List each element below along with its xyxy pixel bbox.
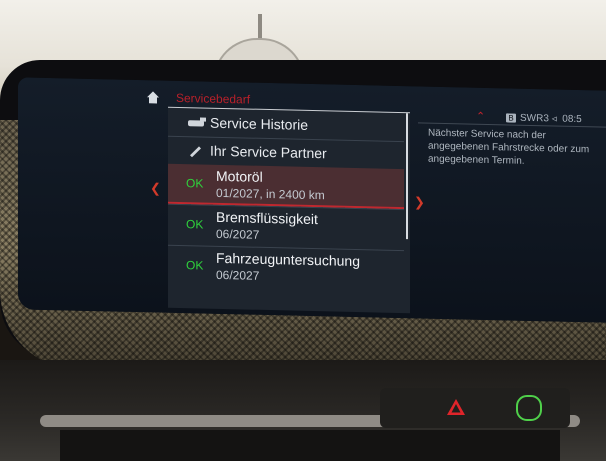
- service-item-fahrzeuguntersuchung[interactable]: OK Fahrzeuguntersuchung 06/2027: [168, 246, 404, 291]
- background-lamp-stem: [258, 14, 262, 40]
- info-text: Nächster Service nach der angegebenen Fa…: [428, 127, 590, 167]
- car-service-icon: [188, 117, 206, 127]
- lock-button[interactable]: [516, 395, 542, 421]
- breadcrumb: Servicebedarf: [176, 90, 251, 107]
- menu-item-label: Service Historie: [210, 114, 309, 133]
- infotainment-screen: Servicebedarf ❮ ❯ Service Historie Ihr S…: [18, 77, 606, 323]
- home-icon[interactable]: [146, 90, 160, 104]
- time: 08:5: [562, 113, 582, 126]
- wrench-icon: [190, 146, 201, 158]
- air-vent: [60, 430, 560, 461]
- service-item-motoroel[interactable]: OK Motoröl 01/2027, in 2400 km: [168, 163, 404, 210]
- service-item-detail: 01/2027, in 2400 km: [216, 185, 325, 203]
- status-bar: B SWR3 ◃ 08:5: [506, 112, 582, 125]
- scrollbar[interactable]: [406, 113, 408, 240]
- chevron-left-icon[interactable]: ❮: [150, 180, 161, 196]
- status-badge: OK: [186, 258, 204, 273]
- menu-item-label: Ihr Service Partner: [210, 142, 327, 162]
- status-badge: OK: [186, 176, 204, 191]
- hazard-warning-icon[interactable]: [446, 398, 466, 416]
- service-item-title: Motoröl: [216, 167, 263, 185]
- service-item-detail: 06/2027: [216, 267, 260, 283]
- volume-icon: ◃: [551, 113, 563, 125]
- radio-badge: B: [506, 113, 516, 123]
- chevron-right-icon[interactable]: ❯: [414, 194, 425, 210]
- status-badge: OK: [186, 217, 204, 232]
- radio-station: SWR3: [520, 112, 549, 125]
- service-item-detail: 06/2027: [216, 226, 260, 242]
- service-item-bremsfluessigkeit[interactable]: OK Bremsflüssigkeit 06/2027: [168, 205, 404, 250]
- chevron-up-icon[interactable]: ⌃: [476, 110, 485, 123]
- service-item-title: Fahrzeuguntersuchung: [216, 249, 360, 270]
- service-item-title: Bremsflüssigkeit: [216, 208, 318, 228]
- service-list: Service Historie Ihr Service Partner OK …: [168, 106, 410, 314]
